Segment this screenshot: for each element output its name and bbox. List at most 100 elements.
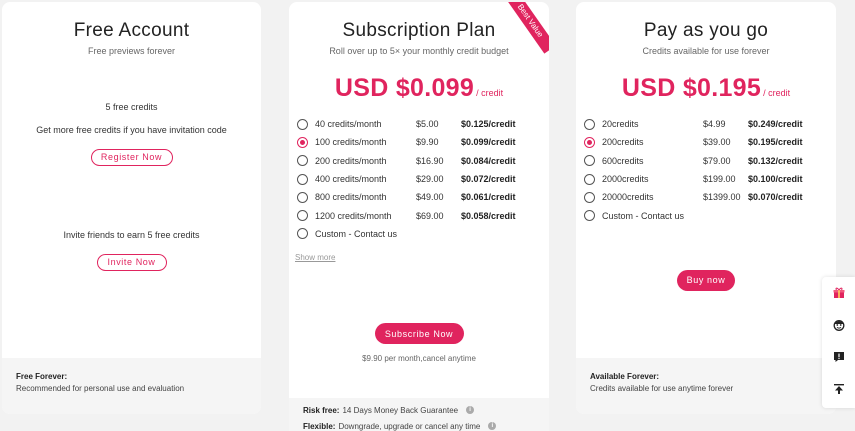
option-per-credit: $0.100/credit: [748, 174, 803, 185]
free-subtitle: Free previews forever: [87, 46, 176, 56]
subscribe-now-button[interactable]: Subscribe Now: [374, 323, 464, 345]
option-label: 40 credits/month: [315, 119, 382, 130]
support-face-icon[interactable]: [822, 309, 855, 341]
free-credits-text: 5 free credits: [105, 102, 158, 112]
free-account-card: Free Account Free previews forever 5 fre…: [2, 2, 261, 414]
plan-option[interactable]: 400 credits/month $29.00 $0.072/credit: [297, 170, 549, 188]
subscription-price: USD $0.099/ credit: [289, 74, 549, 103]
option-label: 2000credits: [602, 174, 649, 185]
plan-option[interactable]: 200credits $39.00 $0.195/credit: [584, 133, 836, 151]
option-label: 600credits: [602, 155, 644, 166]
option-label: 1200 credits/month: [315, 210, 392, 221]
option-label: 200credits: [602, 137, 644, 148]
radio-icon[interactable]: [297, 155, 308, 167]
payg-footer-desc: Credits available for use anytime foreve…: [590, 384, 734, 393]
option-per-credit: $0.132/credit: [748, 155, 803, 166]
option-label: Custom - Contact us: [602, 210, 685, 221]
free-footer-desc: Recommended for personal use and evaluat…: [16, 384, 185, 393]
radio-icon[interactable]: [584, 155, 595, 167]
plan-option[interactable]: 200 credits/month $16.90 $0.084/credit: [297, 152, 549, 170]
back-to-top-icon[interactable]: [822, 373, 855, 405]
option-label: 200 credits/month: [315, 155, 387, 166]
option-price: $4.99: [703, 119, 726, 130]
radio-icon[interactable]: [584, 118, 595, 130]
plan-option[interactable]: 2000credits $199.00 $0.100/credit: [584, 170, 836, 188]
option-price: $16.90: [416, 155, 444, 166]
option-label: 100 credits/month: [315, 137, 387, 148]
radio-icon[interactable]: [584, 173, 595, 185]
billing-note: $9.90 per month,cancel anytime: [362, 354, 476, 364]
option-price: $49.00: [416, 192, 444, 203]
radio-selected-icon[interactable]: [584, 136, 595, 148]
payg-subtitle: Credits available for use forever: [642, 46, 770, 56]
radio-icon[interactable]: [297, 228, 308, 240]
info-icon[interactable]: i: [488, 422, 497, 430]
option-per-credit: $0.070/credit: [748, 192, 803, 203]
risk-free-title: Risk free:: [303, 405, 340, 415]
option-per-credit: $0.125/credit: [461, 119, 516, 130]
subscription-price-unit: / credit: [476, 88, 504, 98]
radio-icon[interactable]: [297, 191, 308, 203]
option-per-credit: $0.195/credit: [748, 137, 803, 148]
invitation-code-text: Get more free credits if you have invita…: [36, 125, 227, 135]
radio-icon[interactable]: [297, 118, 308, 130]
payg-title: Pay as you go: [643, 20, 769, 41]
radio-icon[interactable]: [584, 191, 595, 203]
info-icon[interactable]: i: [466, 406, 475, 414]
radio-selected-icon[interactable]: [297, 136, 308, 148]
flexible-row: Flexible: Downgrade, upgrade or cancel a…: [303, 418, 535, 431]
option-label: Custom - Contact us: [315, 228, 398, 239]
option-per-credit: $0.061/credit: [461, 192, 516, 203]
option-price: $29.00: [416, 174, 444, 185]
feedback-icon[interactable]: [822, 341, 855, 373]
subscription-options: 40 credits/month $5.00 $0.125/credit 100 cr…: [289, 115, 549, 243]
payg-price-value: USD $0.195: [621, 74, 762, 102]
payg-options: 20credits $4.99 $0.249/credit 200credits $39…: [576, 115, 836, 225]
plan-option[interactable]: 1200 credits/month $69.00 $0.058/credit: [297, 206, 549, 224]
subscription-plan-card: Best Value Subscription Plan Roll over u…: [289, 2, 549, 431]
option-price: $39.00: [703, 137, 731, 148]
option-per-credit: $0.072/credit: [461, 174, 516, 185]
free-footer: Free Forever: Recommended for personal u…: [2, 358, 261, 414]
plan-option[interactable]: 40 credits/month $5.00 $0.125/credit: [297, 115, 549, 133]
option-price: $79.00: [703, 155, 731, 166]
risk-free-text: 14 Days Money Back Guarantee: [342, 405, 459, 415]
radio-icon[interactable]: [297, 173, 308, 185]
payg-price: USD $0.195/ credit: [576, 74, 836, 103]
invite-now-button[interactable]: Invite Now: [96, 254, 167, 271]
gift-icon[interactable]: [822, 277, 855, 309]
plan-option[interactable]: 100 credits/month $9.90 $0.099/credit: [297, 133, 549, 151]
option-per-credit: $0.099/credit: [461, 137, 516, 148]
option-per-credit: $0.084/credit: [461, 155, 516, 166]
show-more-link[interactable]: Show more: [295, 253, 335, 262]
option-price: $69.00: [416, 210, 444, 221]
option-label: 400 credits/month: [315, 174, 387, 185]
buy-now-button[interactable]: Buy now: [677, 269, 735, 291]
flexible-text: Downgrade, upgrade or cancel any time: [338, 421, 481, 431]
flexible-title: Flexible:: [303, 421, 336, 431]
plan-option[interactable]: Custom - Contact us: [297, 225, 549, 243]
plan-option[interactable]: 600credits $79.00 $0.132/credit: [584, 152, 836, 170]
free-footer-title: Free Forever:: [16, 372, 68, 381]
free-title: Free Account: [73, 20, 190, 41]
plan-option[interactable]: 20credits $4.99 $0.249/credit: [584, 115, 836, 133]
option-label: 800 credits/month: [315, 192, 387, 203]
plan-option[interactable]: 20000credits $1399.00 $0.070/credit: [584, 188, 836, 206]
radio-icon[interactable]: [584, 210, 595, 222]
subscription-footer: Risk free: 14 Days Money Back Guarantee …: [289, 398, 549, 431]
risk-free-row: Risk free: 14 Days Money Back Guarantee …: [303, 402, 535, 418]
payg-footer: Available Forever: Credits available for…: [576, 358, 836, 414]
radio-icon[interactable]: [297, 210, 308, 222]
register-now-button[interactable]: Register Now: [90, 149, 173, 166]
plan-option[interactable]: Custom - Contact us: [584, 206, 836, 224]
payg-price-unit: / credit: [763, 88, 791, 98]
option-per-credit: $0.058/credit: [461, 210, 516, 221]
option-label: 20000credits: [602, 192, 654, 203]
plan-option[interactable]: 800 credits/month $49.00 $0.061/credit: [297, 188, 549, 206]
option-price: $5.00: [416, 119, 439, 130]
floating-toolbar: [822, 277, 855, 408]
subscription-price-value: USD $0.099: [334, 74, 475, 102]
invite-friends-text: Invite friends to earn 5 free credits: [63, 230, 200, 240]
option-price: $1399.00: [703, 192, 741, 203]
option-price: $9.90: [416, 137, 439, 148]
